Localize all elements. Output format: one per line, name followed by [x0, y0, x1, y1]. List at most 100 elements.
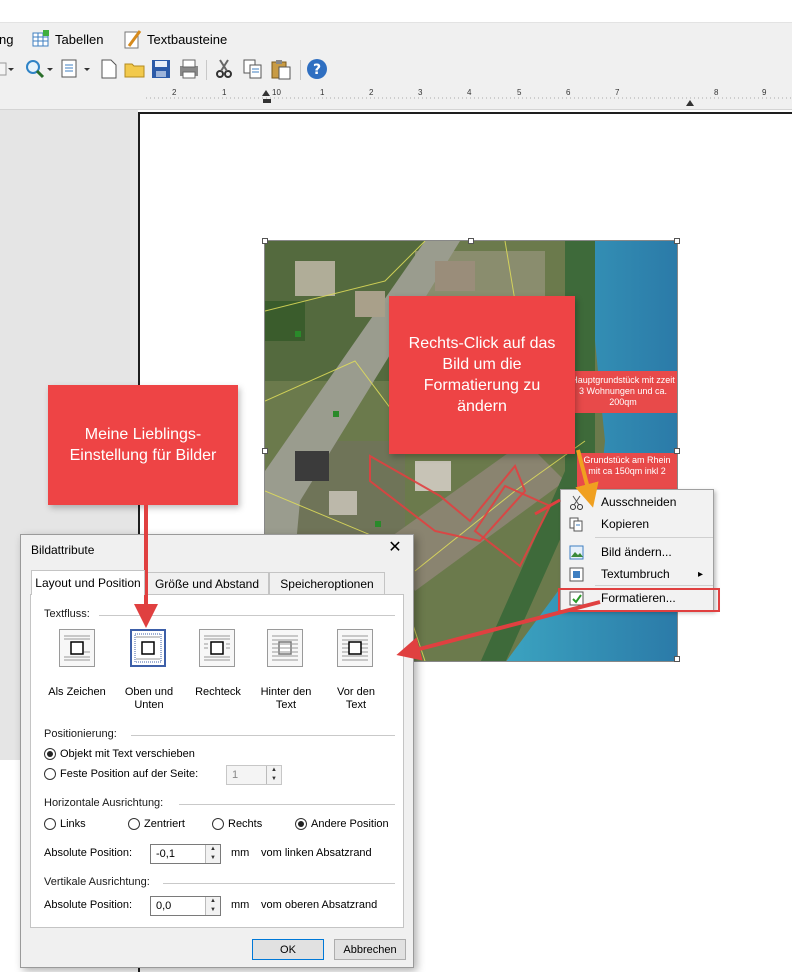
- tab-size-spacing[interactable]: Größe und Abstand: [145, 572, 269, 595]
- horizontal-position-stepper[interactable]: -0,1 ▲ ▼: [150, 844, 221, 864]
- help-icon[interactable]: ?: [306, 58, 328, 80]
- callout-right-click-text: Rechts-Click auf das Bild um die Formati…: [408, 335, 556, 415]
- ruler-label: 4: [467, 88, 472, 97]
- wrap-top-bottom-caption-line1: Oben und: [124, 686, 174, 698]
- radio-move-with-text-label: Objekt mit Text verschieben: [60, 748, 195, 760]
- ruler-label: 7: [615, 88, 620, 97]
- copy-icon[interactable]: [242, 58, 264, 80]
- wrap-behind-text-caption-line2: Text: [275, 699, 297, 711]
- pencil-note-icon: [124, 30, 142, 49]
- group-divider: [131, 735, 395, 736]
- menu-item-copy[interactable]: Kopieren: [561, 513, 713, 535]
- callout-favorite-setting: Meine Lieblings-Einstellung für Bilder: [48, 385, 238, 505]
- radio-right[interactable]: Rechts: [212, 818, 262, 830]
- menu-item-textblocks[interactable]: Textbausteine: [124, 23, 227, 55]
- wrap-in-front-icon[interactable]: [337, 629, 373, 667]
- menu-item-cut[interactable]: Ausschneiden: [561, 491, 713, 513]
- image-attributes-dialog: Bildattribute ✕ Layout und Position Größ…: [20, 534, 414, 968]
- tab-layout-position[interactable]: Layout und Position: [31, 570, 145, 595]
- ruler-label: 10: [272, 88, 281, 97]
- print-icon[interactable]: [178, 58, 200, 80]
- wrap-in-front-caption: Vor den Text: [323, 686, 389, 712]
- wrap-behind-text-icon[interactable]: [267, 629, 303, 667]
- tab-storage-options[interactable]: Speicheroptionen: [269, 572, 385, 595]
- menubar: ng Tabellen Textbausteine: [0, 22, 792, 54]
- menu-separator: [595, 585, 713, 586]
- radio-move-with-text[interactable]: Objekt mit Text verschieben: [44, 748, 195, 760]
- menu-item-change-image-label: Bild ändern...: [601, 545, 672, 559]
- stepper-arrows-icon[interactable]: ▲ ▼: [266, 766, 281, 784]
- paste-icon[interactable]: [270, 58, 292, 80]
- menu-item-partial-label: ng: [0, 31, 14, 47]
- wrap-inline-graphic: [64, 635, 90, 661]
- menu-separator: [595, 537, 713, 538]
- vertical-position-stepper[interactable]: 0,0 ▲ ▼: [150, 896, 221, 916]
- document-view-icon[interactable]: [60, 58, 92, 80]
- cancel-button[interactable]: Abbrechen: [334, 939, 406, 960]
- dialog-title: Bildattribute: [31, 543, 95, 557]
- wrap-top-bottom-graphic: [134, 633, 162, 663]
- menu-item-text-wrap-label: Textumbruch: [601, 567, 670, 581]
- page-number-stepper[interactable]: 1 ▲ ▼: [226, 765, 282, 785]
- scissors-icon[interactable]: [214, 58, 236, 80]
- radio-left[interactable]: Links: [44, 818, 86, 830]
- new-document-icon[interactable]: [98, 58, 120, 80]
- wrap-top-bottom-icon[interactable]: [130, 629, 166, 667]
- menu-item-partial[interactable]: ng: [0, 23, 13, 55]
- resize-handle[interactable]: [674, 448, 680, 454]
- wrap-behind-text-graphic: [272, 635, 298, 661]
- group-divider: [99, 615, 395, 616]
- vertical-alignment-label: Vertikale Ausrichtung:: [44, 876, 150, 888]
- resize-handle[interactable]: [674, 238, 680, 244]
- radio-left-label: Links: [60, 818, 86, 830]
- stepper-arrows-icon[interactable]: ▲ ▼: [205, 897, 220, 915]
- horizontal-alignment-label: Horizontale Ausrichtung:: [44, 797, 164, 809]
- radio-other-position[interactable]: Andere Position: [295, 818, 389, 830]
- format-highlight-box: [558, 588, 720, 612]
- map-label-second-plot: Grundstück am Rhein mit ca 150qm inkl 2: [577, 453, 677, 489]
- group-divider: [179, 804, 395, 805]
- toolbar-separator: [300, 60, 301, 80]
- radio-fixed-position[interactable]: Feste Position auf der Seite:: [44, 768, 198, 780]
- menu-item-cut-label: Ausschneiden: [601, 495, 677, 509]
- close-icon[interactable]: ✕: [385, 539, 405, 559]
- wrap-top-bottom-caption: Oben und Unten: [116, 686, 182, 712]
- resize-handle[interactable]: [468, 238, 474, 244]
- scissors-icon: [570, 495, 583, 510]
- wrap-inline-icon[interactable]: [59, 629, 95, 667]
- stepper-arrows-icon[interactable]: ▲ ▼: [205, 845, 220, 863]
- save-icon[interactable]: [150, 58, 172, 80]
- radio-dot: [295, 818, 307, 830]
- cancel-button-label: Abbrechen: [343, 943, 397, 956]
- ruler-label: 2: [172, 88, 177, 97]
- menu-item-tables[interactable]: Tabellen: [32, 23, 103, 55]
- resize-handle[interactable]: [262, 448, 268, 454]
- positioning-label: Positionierung:: [44, 728, 117, 740]
- resize-handle[interactable]: [674, 656, 680, 662]
- ok-button[interactable]: OK: [252, 939, 324, 960]
- ruler-label: 1: [222, 88, 227, 97]
- menu-item-change-image[interactable]: Bild ändern...: [561, 541, 713, 563]
- wrap-in-front-graphic: [342, 635, 368, 661]
- wrap-top-bottom-caption-line2: Unten: [134, 699, 164, 711]
- wrap-square-icon[interactable]: [199, 629, 235, 667]
- radio-centered[interactable]: Zentriert: [128, 818, 185, 830]
- zoom-icon[interactable]: [24, 58, 54, 80]
- open-folder-icon[interactable]: [124, 58, 146, 80]
- ruler-label: 8: [714, 88, 719, 97]
- ruler: 2 1 1 2 3 4 5 6 7 8 9 10: [0, 86, 792, 110]
- radio-centered-label: Zentriert: [144, 818, 185, 830]
- ruler-label: 2: [369, 88, 374, 97]
- menu-item-copy-label: Kopieren: [601, 517, 650, 531]
- ruler-label: 6: [566, 88, 571, 97]
- horizontal-abs-position-label: Absolute Position:: [44, 847, 133, 859]
- resize-handle[interactable]: [262, 238, 268, 244]
- style-dropdown-icon[interactable]: [0, 58, 14, 80]
- textflow-label: Textfluss:: [44, 608, 90, 620]
- menu-item-textblocks-label: Textbausteine: [147, 31, 228, 47]
- menu-item-text-wrap[interactable]: Textumbruch ▸: [561, 563, 713, 585]
- wrap-square-caption: Rechteck: [185, 686, 251, 699]
- tab-layout-position-label: Layout und Position: [35, 576, 141, 590]
- horizontal-reference: vom linken Absatzrand: [261, 847, 372, 859]
- callout-favorite-text: Meine Lieblings-Einstellung für Bilder: [69, 426, 217, 464]
